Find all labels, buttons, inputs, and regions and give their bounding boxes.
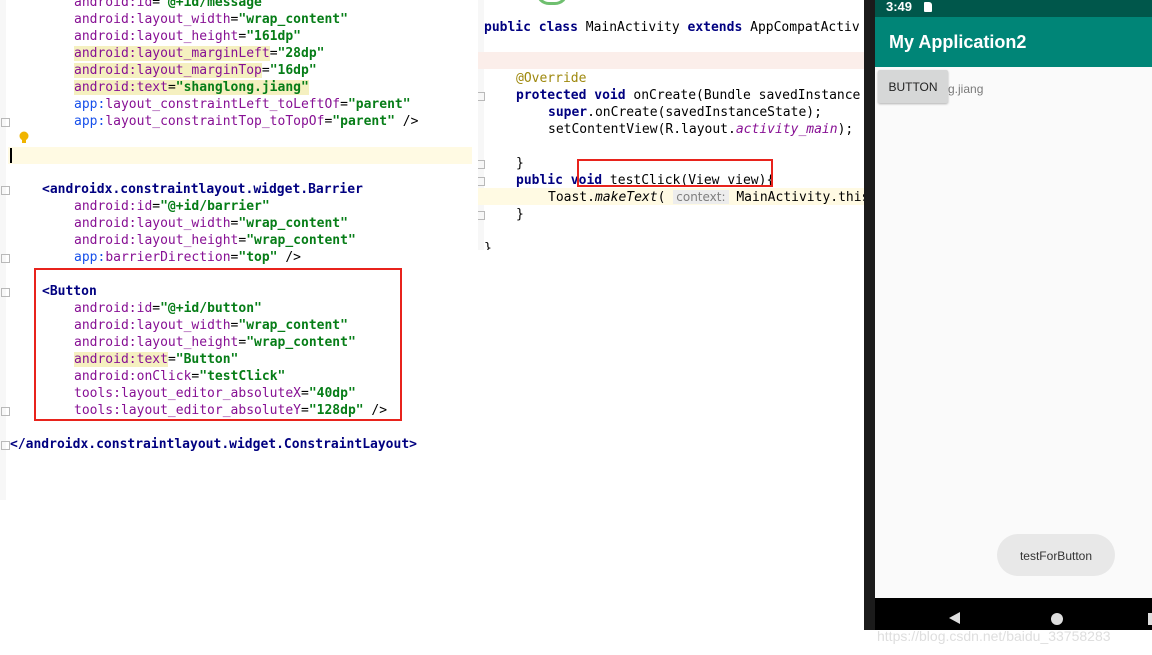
- xml-editor[interactable]: android:id="@+id/message" android:layout…: [0, 0, 472, 500]
- toast-message: testForButton: [997, 534, 1115, 576]
- code-line: app:layout_constraintTop_toTopOf="parent…: [74, 114, 419, 129]
- code-line: android:id="@+id/barrier": [74, 199, 270, 214]
- code-line: android:text="shanglong.jiang": [74, 80, 309, 95]
- code-line: android:layout_marginLeft="28dp": [74, 46, 325, 61]
- code-line: }: [516, 156, 524, 171]
- fold-marker-icon[interactable]: [1, 407, 10, 416]
- lightbulb-icon[interactable]: [18, 131, 30, 145]
- java-editor[interactable]: public class MainActivity extends AppCom…: [478, 0, 864, 250]
- code-line: android:layout_height="wrap_content": [74, 233, 356, 248]
- sim-card-icon: [924, 2, 932, 12]
- back-icon[interactable]: [949, 612, 960, 624]
- fold-marker-icon[interactable]: [478, 211, 485, 220]
- code-line: android:id="@+id/message": [74, 0, 270, 10]
- fold-marker-icon[interactable]: [1, 118, 10, 127]
- watermark: https://blog.csdn.net/baidu_33758283: [877, 628, 1111, 644]
- current-line-highlight: [8, 147, 472, 164]
- code-line: android:layout_height="161dp": [74, 29, 301, 44]
- message-text: g.jiang: [948, 82, 984, 96]
- app-title: My Application2: [889, 32, 1027, 52]
- code-line: protected void onCreate(Bundle savedInst…: [516, 88, 861, 103]
- editor-gutter: [0, 0, 6, 500]
- fold-marker-icon[interactable]: [478, 177, 485, 186]
- button-xml-highlight-box: [34, 268, 402, 421]
- fold-marker-icon[interactable]: [1, 254, 10, 263]
- code-line: }: [484, 241, 492, 250]
- code-line: app:layout_constraintLeft_toLeftOf="pare…: [74, 97, 411, 112]
- emulator-screen: 3:49 My Application2 g.jiang BUTTON test…: [875, 0, 1152, 630]
- code-line: setContentView(R.layout.activity_main);: [548, 122, 854, 137]
- recents-icon[interactable]: [1148, 613, 1152, 625]
- code-line: @Override: [516, 71, 587, 86]
- fold-marker-icon[interactable]: [1, 288, 10, 297]
- line-highlight: [478, 52, 864, 69]
- parameter-hint: context:: [673, 190, 729, 204]
- closing-tag: </androidx.constraintlayout.widget.Const…: [10, 437, 417, 452]
- fold-marker-icon[interactable]: [1, 186, 10, 195]
- fold-marker-icon[interactable]: [478, 92, 485, 101]
- code-line: app:barrierDirection="top" />: [74, 250, 301, 265]
- status-bar: 3:49: [875, 0, 1152, 17]
- code-line: public class MainActivity extends AppCom…: [484, 20, 860, 35]
- text-cursor: [10, 148, 12, 163]
- barrier-tag: <androidx.constraintlayout.widget.Barrie…: [42, 182, 363, 197]
- app-bar: My Application2: [875, 17, 1152, 67]
- code-line: android:layout_width="wrap_content": [74, 12, 348, 27]
- code-line: super.onCreate(savedInstanceState);: [548, 105, 822, 120]
- testclick-highlight-box: [577, 159, 773, 187]
- app-button[interactable]: BUTTON: [878, 70, 948, 103]
- fold-marker-icon[interactable]: [1, 441, 10, 450]
- emulator-frame: 3:49 My Application2 g.jiang BUTTON test…: [864, 0, 1152, 630]
- gutter-marker: [536, 0, 568, 5]
- code-line: }: [516, 207, 524, 222]
- code-line: Toast.makeText( context: MainActivity.th…: [548, 190, 864, 205]
- fold-marker-icon[interactable]: [478, 160, 485, 169]
- code-line: android:layout_width="wrap_content": [74, 216, 348, 231]
- status-time: 3:49: [886, 0, 913, 14]
- navigation-bar: [875, 598, 1152, 630]
- home-icon[interactable]: [1051, 613, 1063, 625]
- code-line: android:layout_marginTop="16dp": [74, 63, 317, 78]
